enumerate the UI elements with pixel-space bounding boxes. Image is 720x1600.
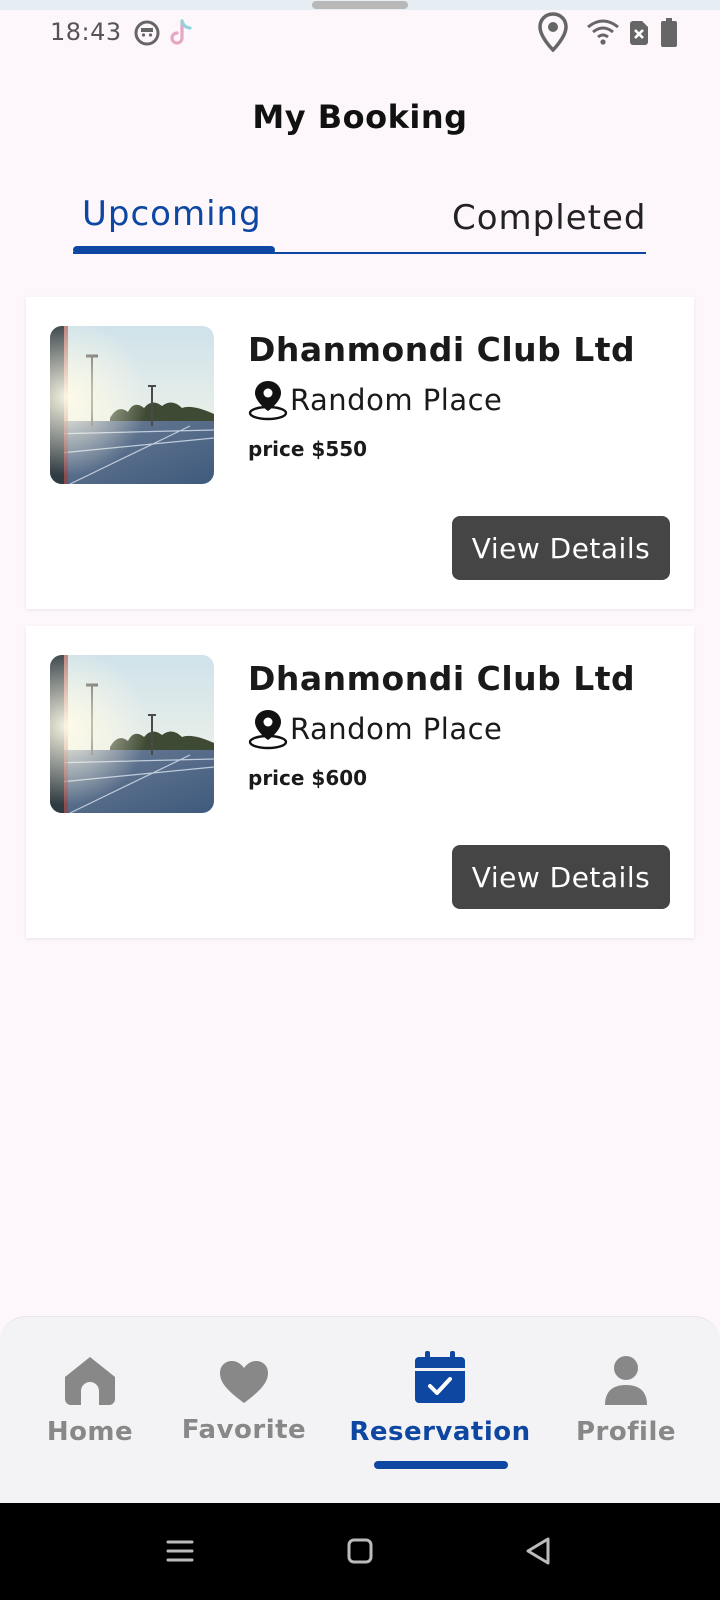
handle-pill	[312, 1, 408, 9]
tab-completed[interactable]: Completed	[452, 198, 646, 238]
nav-label-reservation: Reservation	[349, 1417, 531, 1447]
booking-card: Dhanmondi Club Ltd Random Place price $5…	[26, 297, 694, 609]
home-square-icon[interactable]	[346, 1537, 374, 1565]
screen: 18:43 My Booking Upcoming Completed Dhan…	[0, 0, 720, 1600]
nav-item-favorite[interactable]: Favorite	[172, 1317, 316, 1503]
system-navigation-bar	[0, 1503, 720, 1600]
home-icon	[65, 1357, 115, 1405]
page-title: My Booking	[252, 98, 468, 136]
location-icon	[538, 12, 568, 52]
nav-label-profile: Profile	[575, 1417, 676, 1447]
menu-icon[interactable]	[166, 1539, 194, 1563]
status-bar: 18:43	[0, 10, 720, 58]
venue-image	[50, 326, 214, 484]
view-details-button[interactable]: View Details	[452, 845, 670, 909]
sim-off-icon	[630, 21, 648, 45]
person-icon	[605, 1356, 647, 1405]
heart-icon	[220, 1361, 268, 1403]
back-triangle-icon[interactable]	[524, 1535, 552, 1567]
map-pin-icon	[248, 710, 288, 750]
venue-image	[50, 655, 214, 813]
club-name: Dhanmondi Club Ltd	[248, 659, 636, 698]
calendar-check-icon	[415, 1351, 465, 1403]
face-icon	[134, 20, 160, 46]
location-text: Random Place	[290, 383, 503, 417]
nav-item-reservation[interactable]: Reservation	[340, 1317, 540, 1503]
wifi-icon	[587, 19, 619, 45]
price-text: price $600	[248, 766, 368, 790]
nav-item-profile[interactable]: Profile	[560, 1317, 692, 1503]
top-handle	[0, 0, 720, 10]
tab-active-indicator	[73, 246, 275, 254]
price-text: price $550	[248, 437, 368, 461]
view-details-button[interactable]: View Details	[452, 516, 670, 580]
nav-item-home[interactable]: Home	[30, 1317, 150, 1503]
tab-upcoming[interactable]: Upcoming	[82, 194, 262, 234]
tiktok-icon	[170, 19, 192, 45]
booking-card: Dhanmondi Club Ltd Random Place price $6…	[26, 626, 694, 938]
nav-label-home: Home	[46, 1417, 134, 1447]
battery-icon	[661, 18, 677, 47]
status-time: 18:43	[50, 18, 122, 46]
club-name: Dhanmondi Club Ltd	[248, 330, 636, 369]
nav-label-favorite: Favorite	[181, 1415, 307, 1445]
location-text: Random Place	[290, 712, 503, 746]
bottom-navigation: Home Favorite Reservation Profile	[0, 1316, 720, 1503]
map-pin-icon	[248, 381, 288, 421]
nav-active-indicator	[374, 1461, 508, 1469]
